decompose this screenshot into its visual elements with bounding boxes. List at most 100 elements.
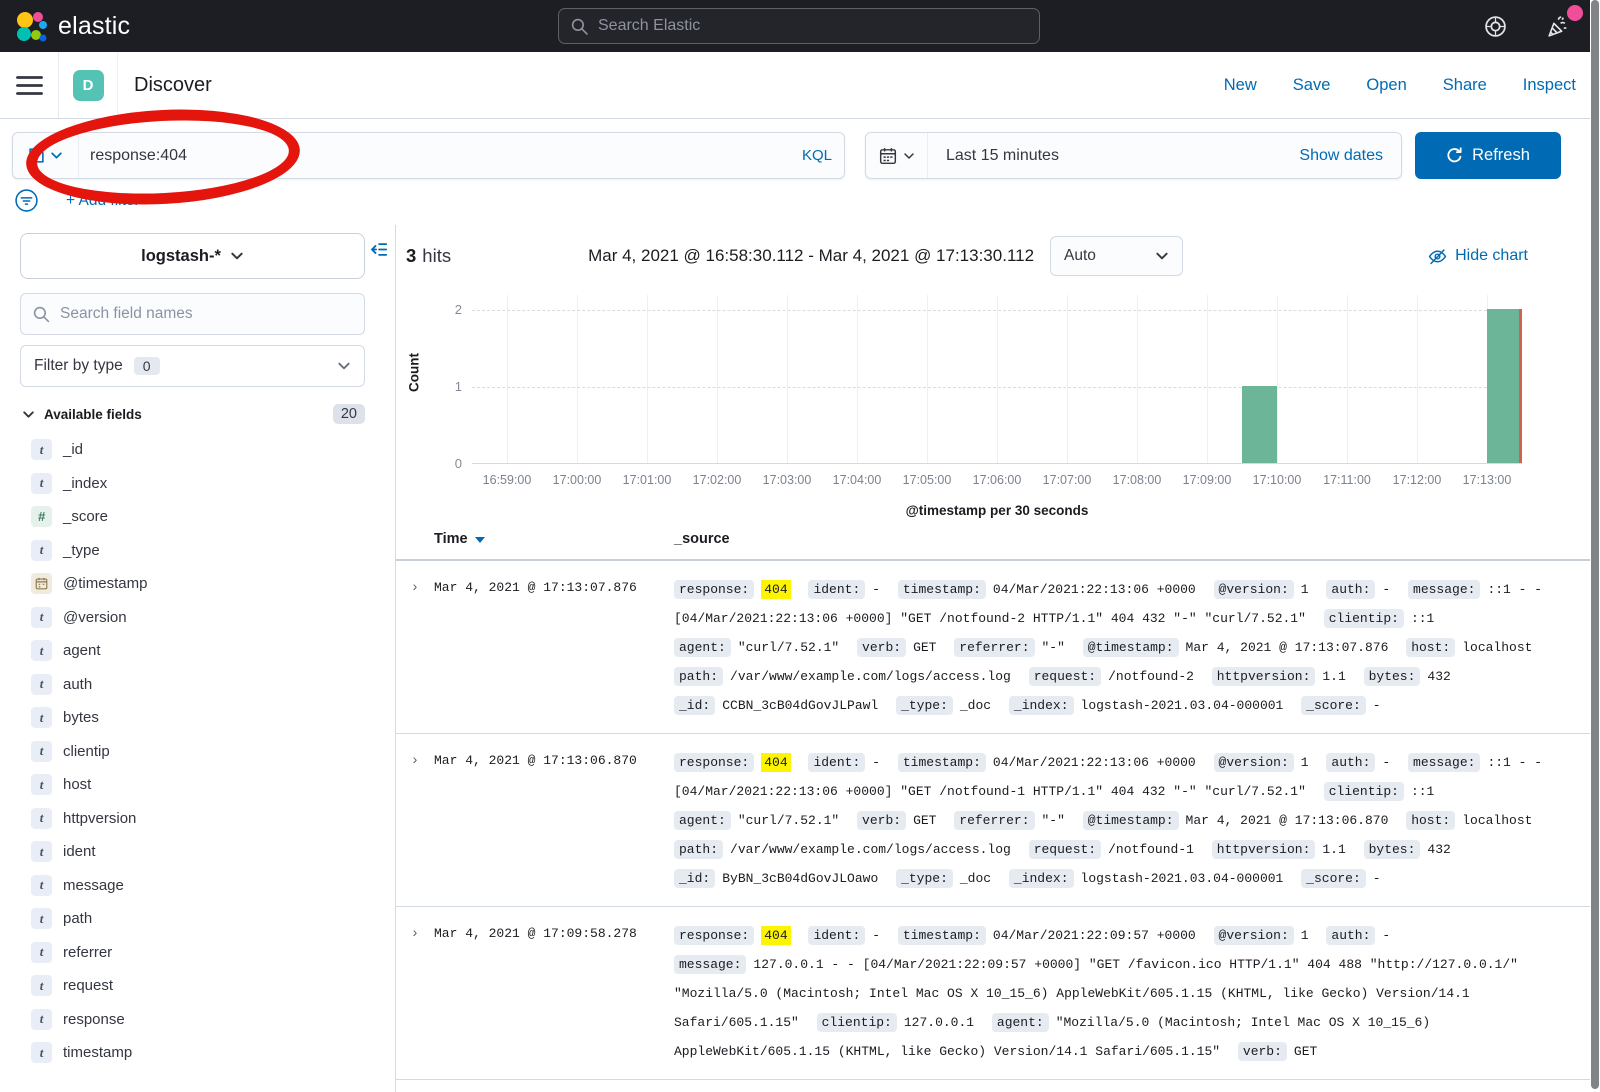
newsfeed-icon[interactable] (1545, 14, 1570, 39)
field-item-clientip[interactable]: tclientip (20, 735, 365, 769)
field-name-chip: timestamp: (898, 926, 986, 945)
source-field-pair: httpversion:1.1 (1212, 842, 1346, 857)
gridline (1137, 295, 1138, 464)
field-name-chip: ident: (808, 753, 865, 772)
save-button[interactable]: Save (1293, 76, 1331, 95)
gridline (1277, 295, 1278, 464)
field-item-path[interactable]: tpath (20, 902, 365, 936)
query-language-button[interactable]: KQL (790, 133, 844, 178)
chevron-down-icon (1155, 249, 1169, 263)
scrollbar[interactable] (1590, 0, 1600, 1089)
field-name: ident (63, 843, 96, 860)
expand-row-button[interactable]: › (396, 921, 434, 1066)
field-name-chip: ident: (808, 580, 865, 599)
string-field-type-icon: t (31, 975, 52, 996)
field-item-timestamp[interactable]: ttimestamp (20, 1036, 365, 1070)
index-pattern-selector[interactable]: logstash-* (20, 233, 365, 279)
field-item-auth[interactable]: tauth (20, 668, 365, 702)
field-name-chip: clientip: (1324, 609, 1404, 628)
menu-button[interactable] (0, 52, 59, 118)
table-row: ›Mar 4, 2021 @ 17:09:58.278response:404 … (396, 907, 1600, 1080)
field-item-message[interactable]: tmessage (20, 869, 365, 903)
new-button[interactable]: New (1224, 76, 1257, 95)
expand-row-button[interactable]: › (396, 748, 434, 893)
hide-chart-button[interactable]: Hide chart (1428, 247, 1528, 266)
field-item-bytes[interactable]: tbytes (20, 701, 365, 735)
field-item-request[interactable]: trequest (20, 969, 365, 1003)
field-item-agent[interactable]: tagent (20, 634, 365, 668)
source-field-pair: @timestamp:Mar 4, 2021 @ 17:13:06.870 (1083, 813, 1389, 828)
show-dates-button[interactable]: Show dates (1299, 147, 1401, 165)
field-item-response[interactable]: tresponse (20, 1003, 365, 1037)
row-timestamp: Mar 4, 2021 @ 17:13:06.870 (434, 748, 674, 893)
field-item-referrer[interactable]: treferrer (20, 936, 365, 970)
field-item-httpversion[interactable]: thttpversion (20, 802, 365, 836)
inspect-button[interactable]: Inspect (1523, 76, 1576, 95)
histogram-bar[interactable] (1242, 386, 1277, 463)
x-tick-label: 17:12:00 (1393, 473, 1442, 487)
space-avatar[interactable]: D (73, 70, 104, 101)
string-field-type-icon: t (31, 741, 52, 762)
source-field-pair: host:localhost (1406, 813, 1532, 828)
elastic-logo[interactable]: elastic (0, 10, 130, 42)
highlighted-value: 404 (761, 753, 790, 772)
field-name-chip: @version: (1214, 926, 1294, 945)
y-tick-label: 1 (436, 379, 462, 394)
field-item-timestamp[interactable]: @timestamp (20, 567, 365, 601)
field-name-chip: message: (674, 955, 746, 974)
scrollbar-thumb[interactable] (1591, 0, 1599, 1089)
collapse-sidebar-button[interactable] (369, 240, 388, 259)
share-button[interactable]: Share (1443, 76, 1487, 95)
query-bar: response:404 KQL Last 15 minutes Show da… (0, 119, 1600, 188)
field-item-ident[interactable]: tident (20, 835, 365, 869)
refresh-label: Refresh (1472, 146, 1530, 165)
search-icon (571, 18, 588, 35)
time-column-header[interactable]: Time (434, 531, 674, 547)
filter-by-type-dropdown[interactable]: Filter by type 0 (20, 345, 365, 387)
source-field-pair: ident:- (808, 755, 880, 770)
help-icon[interactable] (1484, 15, 1507, 38)
add-filter-button[interactable]: + Add filter (66, 192, 140, 210)
gridline (997, 295, 998, 464)
field-name-chip: clientip: (1324, 782, 1404, 801)
source-field-pair: _index:logstash-2021.03.04-000001 (1009, 698, 1283, 713)
available-fields-header[interactable]: Available fields 20 (20, 404, 365, 424)
y-tick-label: 0 (436, 456, 462, 471)
interval-select[interactable]: Auto (1050, 236, 1183, 276)
sort-descending-icon[interactable] (475, 537, 485, 543)
source-field-pair: auth:- (1326, 928, 1390, 943)
query-input[interactable]: response:404 (79, 147, 790, 165)
saved-query-menu-button[interactable] (13, 133, 79, 178)
field-name-chip: _id: (674, 869, 715, 888)
field-item-type[interactable]: t_type (20, 534, 365, 568)
field-name: response (63, 1011, 125, 1028)
date-picker-calendar-button[interactable] (866, 133, 928, 178)
field-search-placeholder: Search field names (60, 305, 193, 323)
field-search-input[interactable]: Search field names (20, 293, 365, 335)
field-item-version[interactable]: t@version (20, 601, 365, 635)
histogram-bar[interactable] (1487, 309, 1522, 463)
field-item-score[interactable]: #_score (20, 500, 365, 534)
highlighted-value: 404 (761, 580, 790, 599)
field-name-chip: verb: (1238, 1042, 1287, 1061)
source-field-pair: response:404 (674, 928, 791, 943)
filter-icon[interactable] (14, 188, 39, 213)
expand-row-button[interactable]: › (396, 575, 434, 720)
table-row: ›Mar 4, 2021 @ 17:13:06.870response:404 … (396, 734, 1600, 907)
open-button[interactable]: Open (1366, 76, 1406, 95)
gridline (927, 295, 928, 464)
query-input-box: response:404 KQL (12, 132, 845, 179)
field-item-index[interactable]: t_index (20, 467, 365, 501)
field-item-host[interactable]: thost (20, 768, 365, 802)
eye-slash-icon (1428, 247, 1447, 266)
field-name: httpversion (63, 810, 136, 827)
x-tick-label: 17:01:00 (623, 473, 672, 487)
global-search-input[interactable]: Search Elastic (558, 8, 1040, 44)
index-pattern-name: logstash-* (141, 247, 221, 266)
global-header: elastic Search Elastic (0, 0, 1600, 52)
refresh-button[interactable]: Refresh (1415, 132, 1561, 179)
field-list: t_idt_index#_scoret_type@timestampt@vers… (20, 433, 365, 1070)
field-item-id[interactable]: t_id (20, 433, 365, 467)
chart-plot-area (472, 295, 1522, 464)
time-range-value[interactable]: Last 15 minutes (928, 147, 1059, 165)
